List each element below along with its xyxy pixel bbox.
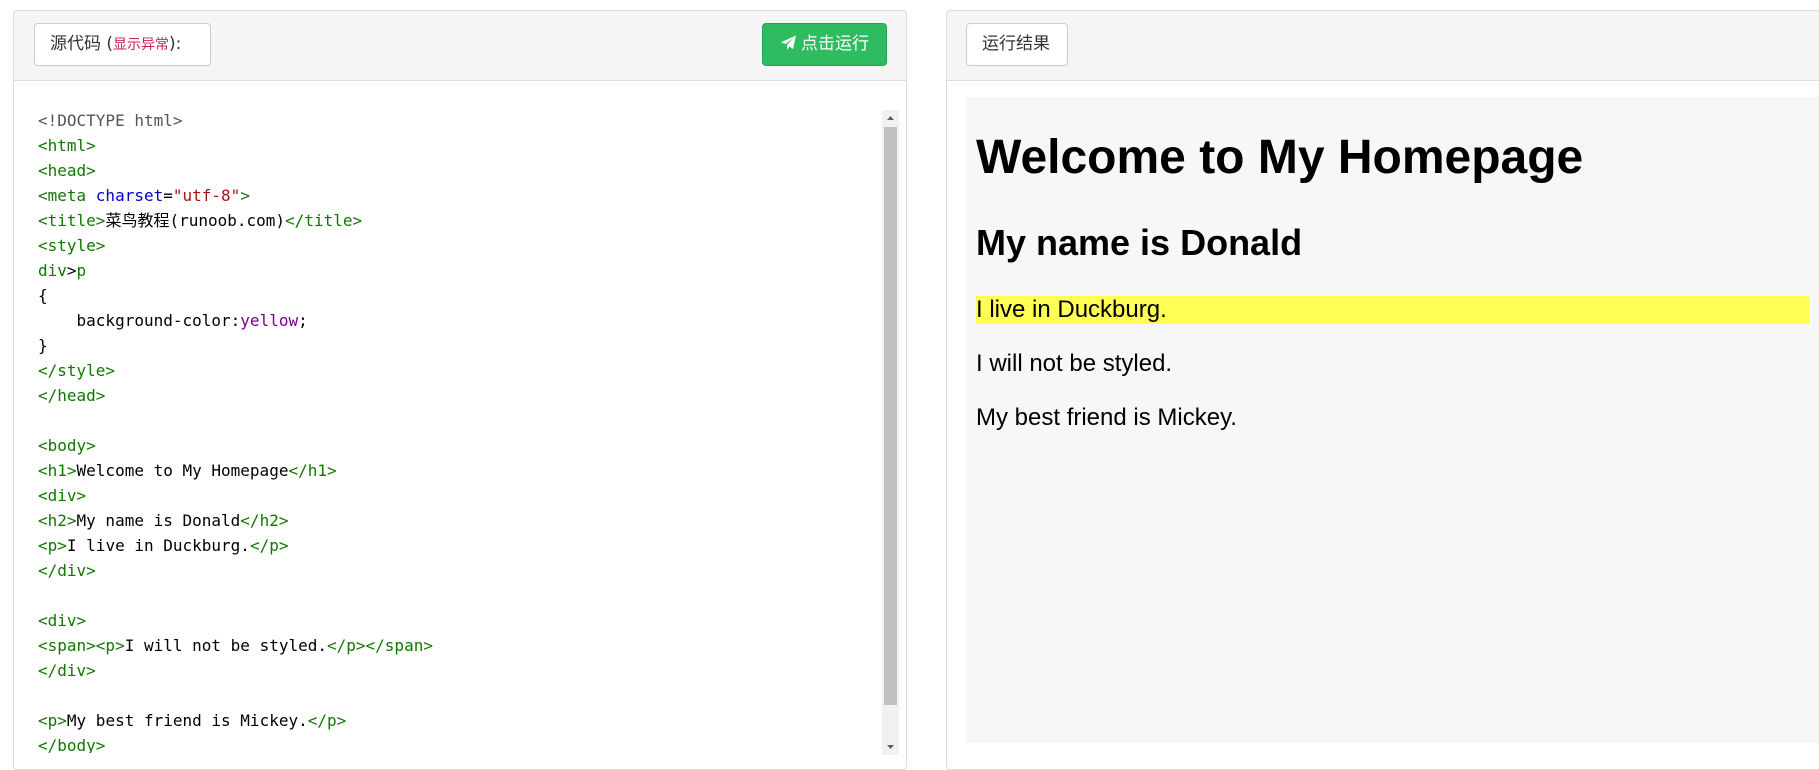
code-line: <style> bbox=[38, 233, 878, 258]
code-editor[interactable]: <!DOCTYPE html> <html> <head> <meta charset… bbox=[38, 108, 878, 753]
code-line: <html> bbox=[38, 133, 878, 158]
result-panel-header: 运行结果 bbox=[947, 11, 1819, 81]
result-frame: Welcome to My Homepage My name is Donald… bbox=[966, 97, 1819, 743]
code-token: </style> bbox=[38, 361, 116, 380]
code-token: <h1> bbox=[38, 461, 77, 480]
code-token: </body> bbox=[38, 736, 106, 753]
code-line: </body> bbox=[38, 733, 878, 753]
code-line: <div> bbox=[38, 608, 878, 633]
scroll-thumb[interactable] bbox=[884, 127, 897, 705]
code-token: <head> bbox=[38, 161, 96, 180]
result-heading-2: My name is Donald bbox=[976, 222, 1303, 263]
code-token: charset bbox=[95, 186, 164, 205]
source-code-panel: 源代码 (显示异常): 点击运行 <!DOCTYPE html> <html> <h… bbox=[13, 10, 907, 770]
code-token: ; bbox=[298, 311, 308, 330]
code-token: p bbox=[76, 261, 87, 280]
code-line: </style> bbox=[38, 358, 878, 383]
run-result-label[interactable]: 运行结果 bbox=[966, 23, 1068, 66]
code-token: My name is Donald bbox=[76, 511, 241, 530]
code-line: </head> bbox=[38, 383, 878, 408]
code-token: 菜鸟教程(runoob.com) bbox=[105, 211, 286, 230]
code-token: <span><p> bbox=[38, 636, 125, 655]
code-line: <title>菜鸟教程(runoob.com)</title> bbox=[38, 208, 878, 233]
scroll-up-arrow-icon[interactable] bbox=[882, 110, 899, 127]
code-line: <div> bbox=[38, 483, 878, 508]
code-line: <head> bbox=[38, 158, 878, 183]
code-token: = bbox=[163, 186, 173, 205]
result-heading-1: Welcome to My Homepage bbox=[976, 131, 1584, 184]
code-token: <html> bbox=[38, 136, 96, 155]
code-line: <meta charset="utf-8"> bbox=[38, 183, 878, 208]
source-label-tail: ): bbox=[169, 34, 182, 54]
result-paragraph-styled: I live in Duckburg. bbox=[976, 296, 1809, 324]
code-token: <title> bbox=[38, 211, 106, 230]
code-token: { bbox=[38, 286, 48, 305]
code-token: <div> bbox=[38, 611, 87, 630]
code-token: </p></span> bbox=[327, 636, 433, 655]
result-paragraph-unstyled: I will not be styled. bbox=[976, 350, 1173, 377]
code-token: <style> bbox=[38, 236, 106, 255]
code-token: <p> bbox=[38, 711, 67, 730]
code-line: background-color:yellow; bbox=[38, 308, 878, 333]
code-token: </div> bbox=[38, 561, 96, 580]
code-token: "utf-8" bbox=[172, 186, 241, 205]
code-token: <body> bbox=[38, 436, 96, 455]
scroll-down-arrow-icon[interactable] bbox=[882, 738, 899, 755]
code-line: <p>My best friend is Mickey.</p> bbox=[38, 708, 878, 733]
display-error-link[interactable]: 显示异常 bbox=[113, 37, 169, 53]
code-token: </p> bbox=[307, 711, 347, 730]
code-token: background-color: bbox=[38, 311, 241, 330]
code-line: </div> bbox=[38, 558, 878, 583]
code-token: > bbox=[240, 186, 250, 205]
code-token: Welcome to My Homepage bbox=[76, 461, 289, 480]
run-button[interactable]: 点击运行 bbox=[762, 23, 887, 66]
code-token: > bbox=[66, 261, 77, 280]
code-token: <!DOCTYPE html> bbox=[38, 111, 183, 130]
code-line: div>p bbox=[38, 258, 878, 283]
run-button-label: 点击运行 bbox=[801, 34, 869, 54]
source-label-main: 源代码 ( bbox=[50, 34, 114, 54]
code-token: I live in Duckburg. bbox=[66, 536, 250, 555]
code-token: </div> bbox=[38, 661, 96, 680]
code-token: <h2> bbox=[38, 511, 77, 530]
code-line: <!DOCTYPE html> bbox=[38, 108, 878, 133]
code-token: </h2> bbox=[240, 511, 289, 530]
code-token: <div> bbox=[38, 486, 87, 505]
code-scrollbar[interactable] bbox=[882, 110, 899, 755]
code-token: <meta bbox=[38, 186, 96, 205]
code-line: } bbox=[38, 333, 878, 358]
code-line: <h2>My name is Donald</h2> bbox=[38, 508, 878, 533]
code-token: } bbox=[38, 336, 48, 355]
source-code-label[interactable]: 源代码 (显示异常): bbox=[34, 23, 211, 66]
code-line: <h1>Welcome to My Homepage</h1> bbox=[38, 458, 878, 483]
code-token: div bbox=[38, 261, 67, 280]
code-line: </div> bbox=[38, 658, 878, 683]
code-token: </head> bbox=[38, 386, 106, 405]
paper-plane-icon bbox=[781, 35, 796, 50]
code-token: </h1> bbox=[288, 461, 337, 480]
code-token: <p> bbox=[38, 536, 67, 555]
code-line: <p>I live in Duckburg.</p> bbox=[38, 533, 878, 558]
source-panel-header: 源代码 (显示异常): 点击运行 bbox=[14, 11, 906, 81]
code-line: { bbox=[38, 283, 878, 308]
code-token: yellow bbox=[240, 311, 299, 330]
code-token: </p> bbox=[249, 536, 289, 555]
code-token: My best friend is Mickey. bbox=[66, 711, 308, 730]
code-token: </title> bbox=[285, 211, 363, 230]
result-paragraph-last: My best friend is Mickey. bbox=[976, 404, 1237, 431]
code-line: <span><p>I will not be styled.</p></span… bbox=[38, 633, 878, 658]
result-panel: 运行结果 Welcome to My Homepage My name is D… bbox=[946, 10, 1819, 770]
code-line: <body> bbox=[38, 433, 878, 458]
code-token: I will not be styled. bbox=[124, 636, 327, 655]
